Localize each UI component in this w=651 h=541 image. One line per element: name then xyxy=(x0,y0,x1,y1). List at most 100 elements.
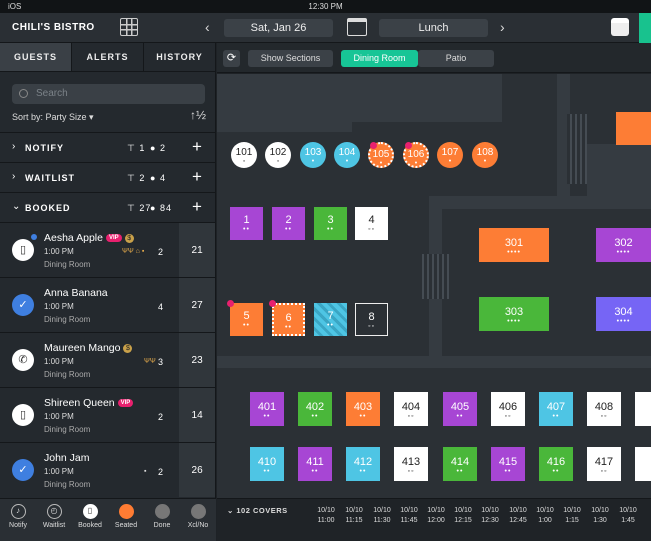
table-402[interactable]: 402 •• xyxy=(298,392,332,426)
time-slot[interactable]: 10/10 11:45 xyxy=(395,506,423,526)
table-413[interactable]: 413 ◦◦ xyxy=(394,447,428,481)
table-partial[interactable] xyxy=(635,447,651,481)
sort-row: Sort by: Party Size ▾ ↑½ xyxy=(0,104,215,132)
table-3[interactable]: 3 •• xyxy=(314,207,347,240)
table-404[interactable]: 404 ◦◦ xyxy=(394,392,428,426)
table-401[interactable]: 401 •• xyxy=(250,392,284,426)
sidebar-tabs: GUESTS ALERTS HISTORY xyxy=(0,43,215,72)
reservation-time: 1:00 PM xyxy=(44,467,74,476)
time-slot[interactable]: 10/10 11:30 xyxy=(368,506,396,526)
floor-plan: 101 ◦ 102 ◦ 103 • 104 • 105 • 106 • 107 • 108 • … xyxy=(217,74,651,498)
filter-waitlist[interactable]: ◴ Waitlist xyxy=(36,499,72,541)
time-slot[interactable]: 10/10 12:45 xyxy=(504,506,532,526)
party-size: 2 xyxy=(158,467,164,477)
table-408[interactable]: 408 ◦◦ xyxy=(587,392,621,426)
table-411[interactable]: 411 •• xyxy=(298,447,332,481)
table-108[interactable]: 108 • xyxy=(472,142,498,168)
status-bar: iOS 12:30 PM xyxy=(0,0,651,13)
tab-alerts[interactable]: ALERTS xyxy=(71,43,143,71)
refresh-icon[interactable]: ⟳ xyxy=(223,50,240,67)
show-sections-button[interactable]: Show Sections xyxy=(248,50,333,67)
time-slot[interactable]: 10/10 1:45 xyxy=(614,506,642,526)
tab-history[interactable]: HISTORY xyxy=(143,43,215,71)
table-414[interactable]: 414 •• xyxy=(443,447,477,481)
time-slot[interactable]: 10/10 1:15 xyxy=(558,506,586,526)
date-selector[interactable]: Sat, Jan 26 xyxy=(224,19,333,37)
table-415[interactable]: 415 •• xyxy=(491,447,525,481)
table-102[interactable]: 102 ◦ xyxy=(265,142,291,168)
next-day-arrow[interactable]: › xyxy=(500,19,505,35)
table-103[interactable]: 103 • xyxy=(300,142,326,168)
filter-done[interactable]: Done xyxy=(144,499,180,541)
table-417[interactable]: 417 ◦◦ xyxy=(587,447,621,481)
calendar-add-icon[interactable] xyxy=(611,18,629,36)
table-4[interactable]: 4 ◦◦ xyxy=(355,207,388,240)
guest-name: Maureen Mango $ xyxy=(44,342,133,354)
grid-icon[interactable] xyxy=(120,18,138,36)
unread-dot xyxy=(31,234,37,240)
covers-total[interactable]: ⌄ 102 COVERS xyxy=(227,506,288,515)
table-104[interactable]: 104 • xyxy=(334,142,360,168)
time-slot[interactable]: 10/10 12:00 xyxy=(422,506,450,526)
room-name: Dining Room xyxy=(44,315,91,324)
restaurant-name[interactable]: CHILI'S BISTRO xyxy=(12,22,95,33)
table-101[interactable]: 101 ◦ xyxy=(231,142,257,168)
calendar-icon[interactable] xyxy=(347,18,367,36)
time-slot[interactable]: 10/10 11:00 xyxy=(312,506,340,526)
time-slot[interactable]: 10/10 12:30 xyxy=(476,506,504,526)
time-slot[interactable]: 10/10 1:00 xyxy=(531,506,559,526)
table-406[interactable]: 406 ◦◦ xyxy=(491,392,525,426)
tab-guests[interactable]: GUESTS xyxy=(0,43,71,71)
table-407[interactable]: 407 •• xyxy=(539,392,573,426)
table-1[interactable]: 1 •• xyxy=(230,207,263,240)
table-304[interactable]: 304 •••• xyxy=(596,297,651,331)
time-slot[interactable]: 10/10 1:30 xyxy=(586,506,614,526)
new-reservation-button[interactable] xyxy=(639,13,651,43)
table-2[interactable]: 2 •• xyxy=(272,207,305,240)
tab-patio[interactable]: Patio xyxy=(418,50,494,67)
table-301[interactable]: 301 •••• xyxy=(479,228,549,262)
table-303[interactable]: 303 •••• xyxy=(479,297,549,331)
table-7[interactable]: 7 •• xyxy=(314,303,347,336)
table-number: 14 xyxy=(179,388,215,442)
table-410[interactable]: 410 •• xyxy=(250,447,284,481)
table-416[interactable]: 416 •• xyxy=(539,447,573,481)
table-107[interactable]: 107 • xyxy=(437,142,463,168)
guest-row[interactable]: ▯ Shireen Queen VIP 1:00 PM 2 Dining Room… xyxy=(0,387,215,442)
shift-selector[interactable]: Lunch xyxy=(379,19,488,37)
guest-row[interactable]: ✓ Anna Banana 1:00 PM 4 Dining Room 27 xyxy=(0,277,215,332)
search-input[interactable]: Search xyxy=(12,84,205,104)
guest-row[interactable]: ✆ Maureen Mango $ 1:00 PM ΨΨ 3 Dining Roo… xyxy=(0,332,215,387)
table-partial[interactable] xyxy=(616,112,651,145)
filter-seated[interactable]: Seated xyxy=(108,499,144,541)
section-booked[interactable]: ⌄ BOOKED ⊤ 27 ● 84 + xyxy=(0,192,215,222)
table-8[interactable]: 8 ◦◦ xyxy=(355,303,388,336)
filter-notify[interactable]: ♪ Notify xyxy=(0,499,36,541)
table-412[interactable]: 412 •• xyxy=(346,447,380,481)
section-waitlist[interactable]: › WAITLIST ⊤ 2 ● 4 + xyxy=(0,162,215,192)
table-partial[interactable] xyxy=(635,392,651,426)
table-405[interactable]: 405 •• xyxy=(443,392,477,426)
add-icon[interactable]: + xyxy=(192,137,203,157)
sort-order-icon[interactable]: ↑½ xyxy=(190,108,206,122)
prev-day-arrow[interactable]: ‹ xyxy=(205,19,210,35)
tab-dining-room[interactable]: Dining Room xyxy=(341,50,418,67)
table-5[interactable]: 5 •• xyxy=(230,303,263,336)
time-slot[interactable]: 10/10 12:15 xyxy=(449,506,477,526)
grill-area xyxy=(567,114,587,184)
sort-dropdown[interactable]: Sort by: Party Size ▾ xyxy=(12,112,94,123)
guest-row[interactable]: ▯ Aesha Apple VIP $ 1:00 PM ΨΨ ⌂ ▪ 2 Dinin… xyxy=(0,222,215,277)
guest-row[interactable]: ✓ John Jam 1:00 PM ▪ 2 Dining Room 26 xyxy=(0,442,215,497)
filter-cancelled[interactable]: Xcl/No xyxy=(180,499,216,541)
add-icon[interactable]: + xyxy=(192,167,203,187)
filter-booked[interactable]: ▯ Booked xyxy=(72,499,108,541)
table-6[interactable]: 6 •• xyxy=(272,303,305,336)
vip-badge: VIP xyxy=(105,234,122,243)
table-count: ⊤ 2 xyxy=(127,173,146,183)
section-notify[interactable]: › NOTIFY ⊤ 1 ● 2 + xyxy=(0,132,215,162)
table-302[interactable]: 302 •••• xyxy=(596,228,651,262)
table-403[interactable]: 403 •• xyxy=(346,392,380,426)
add-icon[interactable]: + xyxy=(192,197,203,217)
time-slot[interactable]: 10/10 11:15 xyxy=(340,506,368,526)
floor-toolbar: ⟳ Show Sections Dining Room Patio xyxy=(217,43,651,73)
